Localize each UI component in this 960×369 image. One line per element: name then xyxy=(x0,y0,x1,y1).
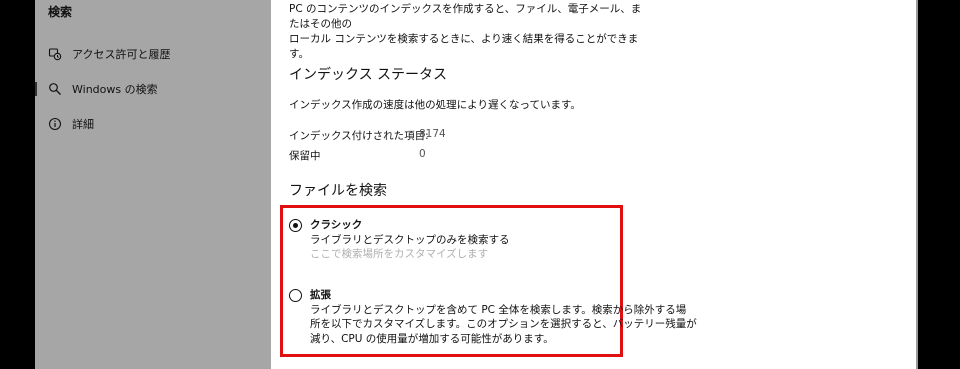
sidebar-item-label: Windows の検索 xyxy=(72,83,158,96)
option-description: ライブラリとデスクトップのみを検索する xyxy=(310,233,510,246)
indexed-items-label: インデックス付けされた項目: xyxy=(289,130,429,142)
option-description: 所を以下でカスタマイズします。このオプションを選択すると、バッテリー残量が xyxy=(310,318,697,330)
intro-line: ローカル コンテンツを検索するときに、より速く結果を得ることができます。 xyxy=(289,33,639,60)
option-description: 減り、CPU の使用量が増加する可能性があります。 xyxy=(310,332,554,345)
radio-button-unselected[interactable] xyxy=(289,289,302,302)
radio-enhanced-text: 拡張 ライブラリとデスクトップを含めて PC 全体を検索します。検索から除外する… xyxy=(310,288,697,346)
sidebar-item-windows-search[interactable]: Windows の検索 xyxy=(35,74,271,104)
sidebar-item-permissions-history[interactable]: アクセス許可と履歴 xyxy=(35,39,271,69)
option-title: クラシック xyxy=(310,219,363,231)
intro-line: PC のコンテンツのインデックスを作成すると、ファイル、電子メール、またはその他… xyxy=(289,3,642,30)
sidebar-title: 検索 xyxy=(48,5,73,19)
window-edge xyxy=(916,0,918,369)
radio-enhanced[interactable]: 拡張 ライブラリとデスクトップを含めて PC 全体を検索します。検索から除外する… xyxy=(289,288,697,346)
sidebar: 検索 アクセス許可と履歴 Windows の検索 詳細 xyxy=(35,0,271,369)
radio-classic[interactable]: クラシック ライブラリとデスクトップのみを検索する ここで検索場所をカスタマイズ… xyxy=(289,218,510,262)
radio-classic-text: クラシック ライブラリとデスクトップのみを検索する ここで検索場所をカスタマイズ… xyxy=(310,218,510,262)
radio-button-selected[interactable] xyxy=(289,219,302,232)
pending-value: 0 xyxy=(419,148,426,160)
settings-window: 検索 アクセス許可と履歴 Windows の検索 詳細 PC のコンテンツのイン… xyxy=(0,0,960,369)
sidebar-item-label: アクセス許可と履歴 xyxy=(72,48,171,61)
selected-indicator xyxy=(35,82,37,96)
option-description: ライブラリとデスクトップを含めて PC 全体を検索します。検索から除外する場 xyxy=(310,303,687,316)
history-icon xyxy=(48,47,62,61)
customize-locations-link: ここで検索場所をカスタマイズします xyxy=(310,248,489,260)
pending-label: 保留中 xyxy=(289,150,321,162)
sidebar-item-label: 詳細 xyxy=(72,118,94,131)
info-icon xyxy=(48,117,62,131)
option-title: 拡張 xyxy=(310,289,331,301)
main-content: PC のコンテンツのインデックスを作成すると、ファイル、電子メール、またはその他… xyxy=(271,0,916,369)
indexed-items-value: 8174 xyxy=(419,128,446,140)
find-files-heading: ファイルを検索 xyxy=(289,183,387,199)
index-status-message: インデックス作成の速度は他の処理により遅くなっています。 xyxy=(289,99,581,111)
intro-text: PC のコンテンツのインデックスを作成すると、ファイル、電子メール、またはその他… xyxy=(289,2,649,62)
sidebar-item-details[interactable]: 詳細 xyxy=(35,109,271,139)
index-status-heading: インデックス ステータス xyxy=(289,67,448,83)
search-icon xyxy=(48,82,62,96)
